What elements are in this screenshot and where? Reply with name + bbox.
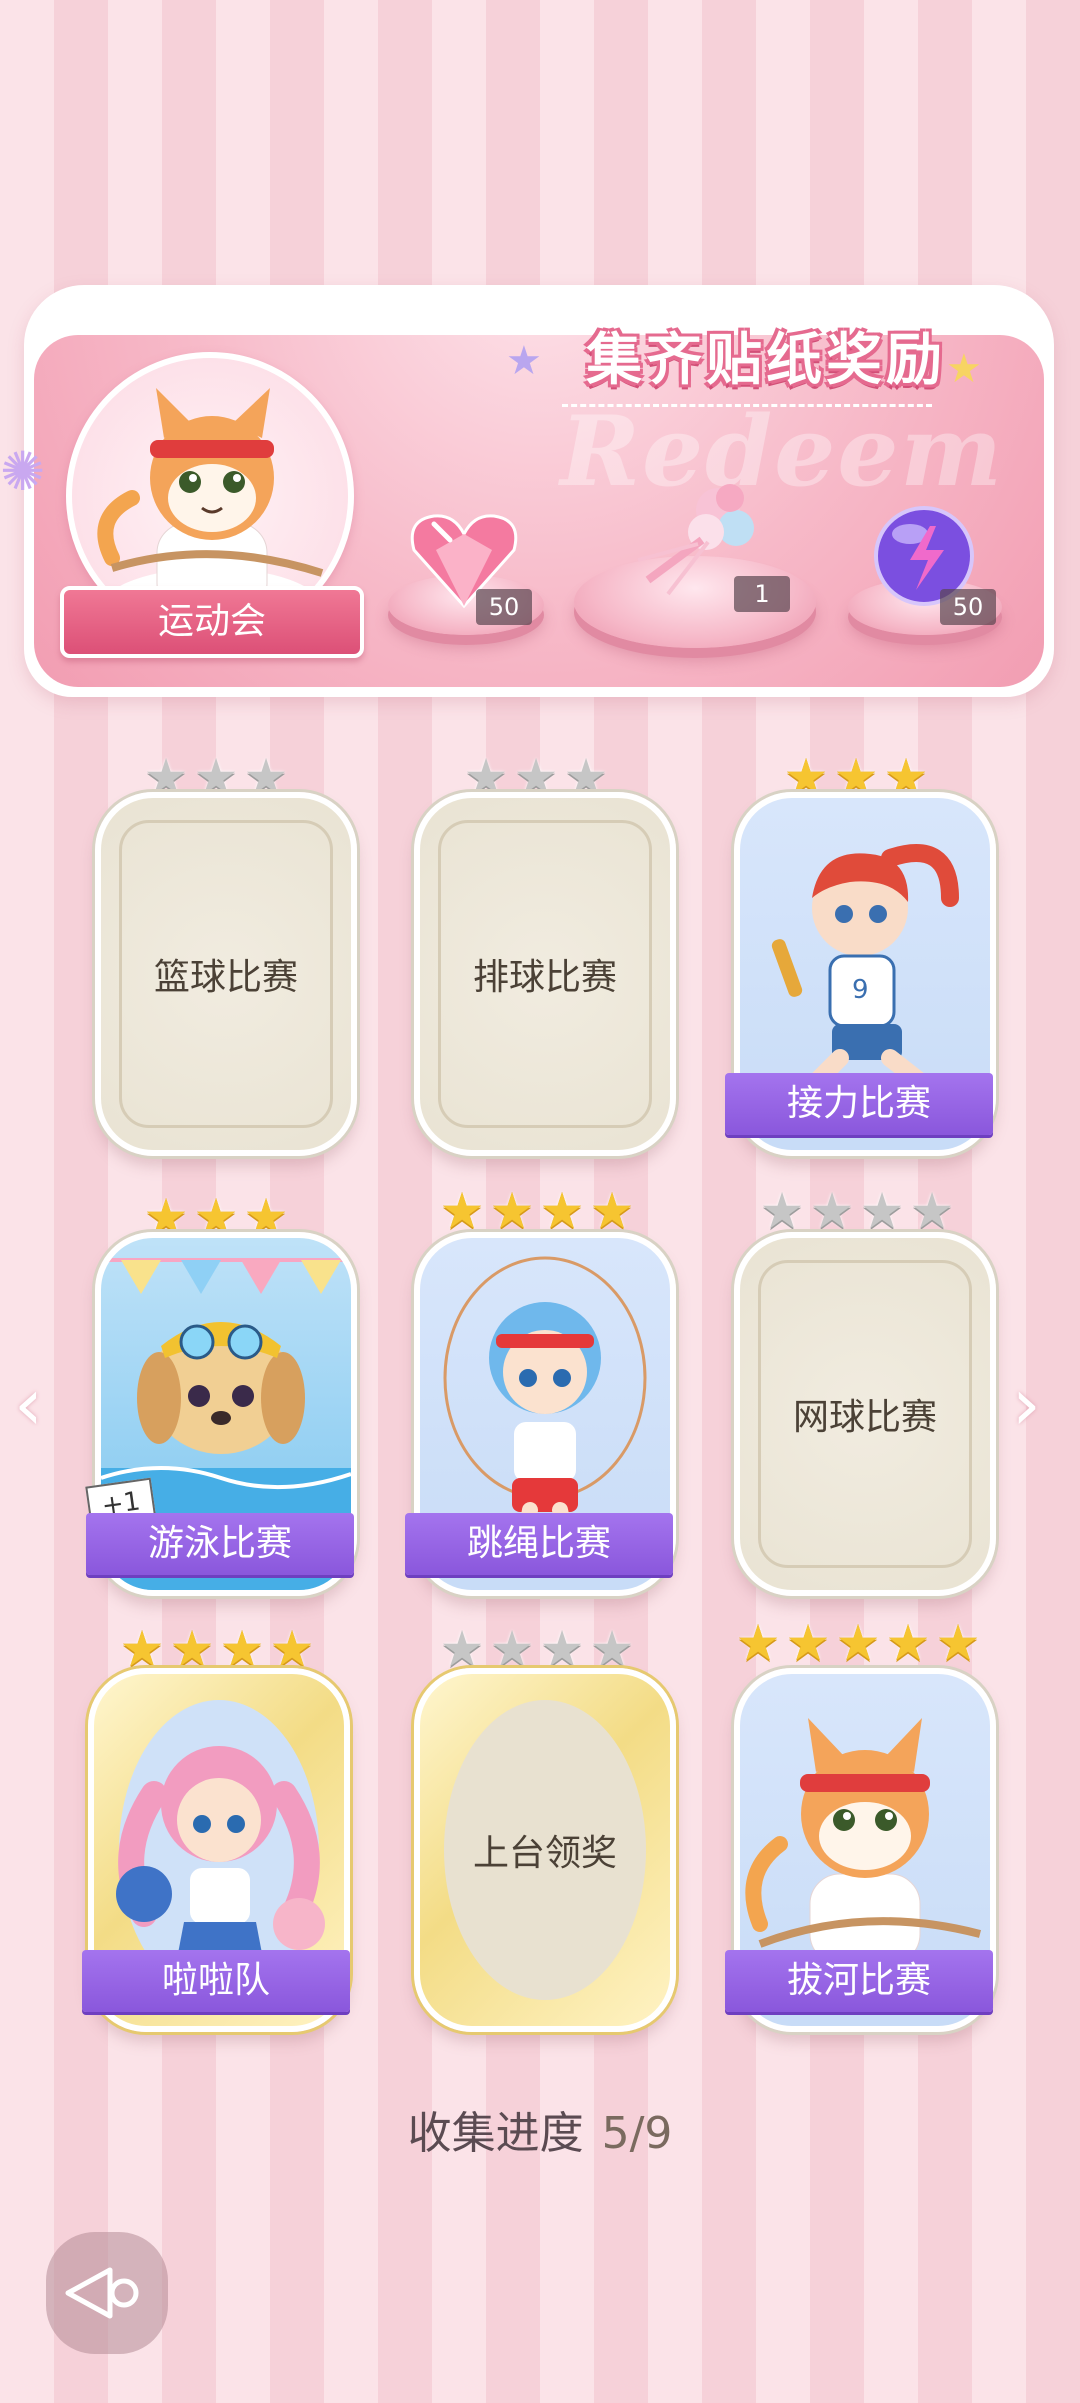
star-icon: ★: [539, 1182, 585, 1240]
star-icon: ★: [909, 1182, 955, 1240]
sticker-card-podium[interactable]: 上台领奖: [414, 1668, 676, 2032]
star-icon: ★: [809, 1182, 855, 1240]
star-icon: ★: [885, 1614, 931, 1672]
star-icon: ★: [735, 1614, 781, 1672]
svg-text:9: 9: [852, 975, 869, 1005]
sticker-label-banner: 跳绳比赛: [405, 1513, 673, 1575]
back-button[interactable]: [46, 2232, 168, 2354]
star-icon: ★: [589, 1182, 635, 1240]
sticker-label-banner: 啦啦队: [82, 1950, 350, 2012]
reward-count-bouquet: 1: [734, 576, 790, 612]
star-icon: ★: [219, 1620, 265, 1678]
star-icon: ★: [269, 1620, 315, 1678]
star-icon: ★: [859, 1182, 905, 1240]
star-icon: ★: [835, 1614, 881, 1672]
progress-label: 收集进度: [407, 2108, 584, 2159]
sticker-label-banner: 拔河比赛: [725, 1950, 993, 2012]
back-arrow-icon: [65, 2267, 139, 2319]
star-icon: ★: [539, 1620, 585, 1678]
progress-value: 5/9: [601, 2108, 673, 2159]
star-icon: ★: [785, 1614, 831, 1672]
star-icon: ★: [589, 1620, 635, 1678]
reward-count-heart: 50: [476, 589, 532, 625]
prev-page-arrow-icon[interactable]: ‹: [14, 1362, 43, 1446]
star-icon: ★: [489, 1182, 535, 1240]
star-icon: ★: [439, 1182, 485, 1240]
sticker-stars-cheerleading: ★ ★ ★ ★: [117, 1624, 317, 1674]
star-icon: ★: [935, 1614, 981, 1672]
yellow-star-icon: ★: [946, 346, 982, 392]
sticker-label: 排球比赛: [472, 957, 617, 998]
next-page-arrow-icon[interactable]: ›: [1012, 1362, 1041, 1446]
ribbon-decoration-icon: ✺: [0, 440, 46, 503]
sticker-label: 篮球比赛: [153, 957, 298, 998]
title-underline: [562, 404, 932, 407]
star-icon: ★: [439, 1620, 485, 1678]
sticker-stars-jumprope: ★ ★ ★ ★: [437, 1186, 637, 1236]
sticker-card-volleyball[interactable]: 排球比赛: [414, 792, 676, 1156]
event-name-label: 运动会: [60, 586, 364, 658]
sticker-stars-podium: ★ ★ ★ ★: [437, 1624, 637, 1674]
sticker-card-basketball[interactable]: 篮球比赛: [95, 792, 357, 1156]
sticker-label-banner: 游泳比赛: [86, 1513, 354, 1575]
star-icon: ★: [119, 1620, 165, 1678]
sticker-stars-tennis: ★ ★ ★ ★: [757, 1186, 957, 1236]
sticker-label: 上台领奖: [472, 1833, 617, 1874]
sticker-label-banner: 接力比赛: [725, 1073, 993, 1135]
purple-star-icon: ★: [506, 338, 542, 384]
reward-count-orb: 50: [940, 589, 996, 625]
star-icon: ★: [489, 1620, 535, 1678]
star-icon: ★: [169, 1620, 215, 1678]
reward-title: 集齐贴纸奖励: [586, 328, 946, 393]
sticker-stars-tugofwar: ★ ★ ★ ★ ★: [733, 1618, 983, 1668]
collection-progress: 收集进度 5/9: [0, 2097, 1080, 2161]
star-icon: ★: [759, 1182, 805, 1240]
sticker-label: 网球比赛: [792, 1397, 937, 1438]
sticker-card-tennis[interactable]: 网球比赛: [734, 1232, 996, 1596]
